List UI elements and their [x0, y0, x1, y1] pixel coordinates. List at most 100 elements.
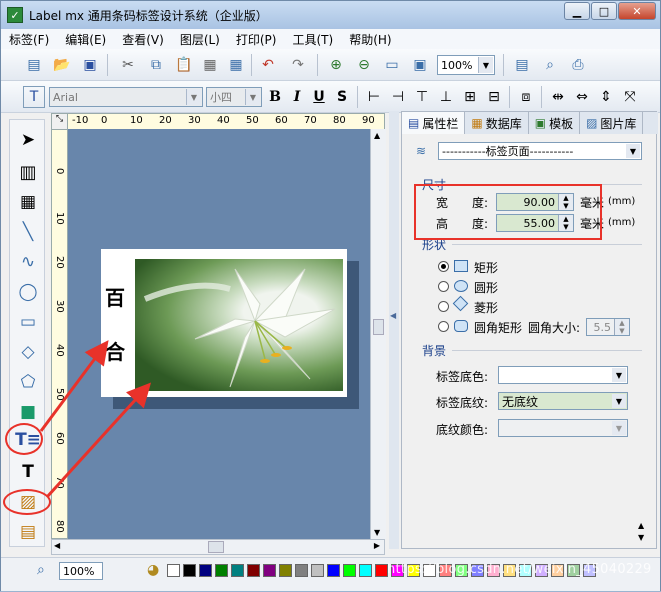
- color-swatch[interactable]: [311, 564, 324, 577]
- scroll-thumb[interactable]: [373, 319, 384, 335]
- print-preview-icon[interactable]: ▤: [511, 54, 533, 76]
- ruler-corner[interactable]: ⤡: [51, 113, 68, 130]
- shape-diamond-radio[interactable]: [438, 301, 449, 312]
- minimize-button[interactable]: ▁: [564, 2, 590, 20]
- line-icon[interactable]: ╲: [14, 218, 42, 246]
- vertical-scrollbar[interactable]: ▲ ▼: [370, 129, 386, 539]
- pattern-color-select[interactable]: ▼: [498, 419, 628, 437]
- zoom-select[interactable]: 100% ▼: [437, 55, 495, 75]
- color-swatch[interactable]: [247, 564, 260, 577]
- color-swatch[interactable]: [343, 564, 356, 577]
- save-icon[interactable]: ▣: [79, 54, 101, 76]
- tab-template[interactable]: ▣ 模板: [529, 112, 581, 134]
- chevron-down-icon[interactable]: ▼: [612, 421, 626, 435]
- chevron-down-icon[interactable]: ▼: [626, 144, 640, 158]
- zoom-in-icon[interactable]: ⊕: [325, 54, 347, 76]
- collapse-arrow-icon[interactable]: ◀: [390, 311, 396, 320]
- restore-button[interactable]: □: [591, 2, 617, 20]
- new-file-icon[interactable]: ▤: [23, 54, 45, 76]
- curve-icon[interactable]: ∿: [14, 248, 42, 276]
- bold-button[interactable]: B: [264, 86, 286, 108]
- open-folder-icon[interactable]: 📂: [51, 54, 73, 76]
- chevron-down-icon[interactable]: ▼: [478, 57, 493, 73]
- menu-tools[interactable]: 工具(T): [284, 31, 341, 48]
- actual-size-icon[interactable]: ▣: [409, 54, 431, 76]
- italic-button[interactable]: I: [286, 86, 308, 108]
- grid-icon[interactable]: ▦: [225, 54, 247, 76]
- menu-layer[interactable]: 图层(L): [172, 31, 228, 48]
- copy-icon[interactable]: ⧉: [145, 54, 167, 76]
- color-swatch[interactable]: [215, 564, 228, 577]
- color-swatch[interactable]: [295, 564, 308, 577]
- align-left-icon[interactable]: ⊢: [363, 86, 385, 108]
- text-style-icon[interactable]: T: [23, 86, 45, 108]
- color-swatch[interactable]: [263, 564, 276, 577]
- color-swatch[interactable]: [231, 564, 244, 577]
- ellipse-icon[interactable]: ◯: [14, 278, 42, 306]
- menu-edit[interactable]: 编辑(E): [57, 31, 114, 48]
- barcode-icon[interactable]: ▥: [14, 158, 42, 186]
- text-char-2[interactable]: 合: [105, 336, 125, 365]
- pointer-icon[interactable]: ➤: [14, 126, 42, 154]
- delete-icon[interactable]: ▦: [199, 54, 221, 76]
- shape-rect-radio[interactable]: [438, 261, 449, 272]
- align-top-icon[interactable]: ⊤: [411, 86, 433, 108]
- chevron-down-icon[interactable]: ▼: [186, 89, 201, 105]
- chevron-down-icon[interactable]: ▼: [245, 89, 260, 105]
- redo-icon[interactable]: ↷: [287, 54, 309, 76]
- fit-page-icon[interactable]: ▭: [381, 54, 403, 76]
- tab-database[interactable]: ▦ 数据库: [465, 112, 529, 134]
- close-button[interactable]: ✕: [618, 2, 656, 20]
- font-size-select[interactable]: 小四 ▼: [206, 87, 262, 107]
- lily-photo[interactable]: [135, 259, 343, 391]
- undo-icon[interactable]: ↶: [257, 54, 279, 76]
- zoom-out-icon[interactable]: ⊖: [353, 54, 375, 76]
- bg-pattern-select[interactable]: 无底纹 ▼: [498, 392, 628, 410]
- corner-size-spinner[interactable]: 5.5 ▲ ▼: [586, 318, 630, 336]
- database-image-icon[interactable]: ▤: [14, 518, 42, 546]
- color-swatch[interactable]: [327, 564, 340, 577]
- horizontal-scrollbar[interactable]: ◀ ▶: [51, 539, 385, 555]
- object-selector[interactable]: -----------标签页面----------- ▼: [438, 142, 642, 160]
- menu-view[interactable]: 查看(V): [114, 31, 172, 48]
- fill-rect-icon[interactable]: ■: [14, 398, 42, 426]
- font-name-select[interactable]: Arial ▼: [49, 87, 203, 107]
- polygon-icon[interactable]: ⬠: [14, 368, 42, 396]
- palette-icon[interactable]: ◕: [147, 562, 159, 578]
- menu-print[interactable]: 打印(P): [228, 31, 285, 48]
- scroll-up-icon[interactable]: ▲: [374, 131, 380, 140]
- rich-text-icon[interactable]: T: [14, 458, 42, 486]
- cut-icon[interactable]: ✂: [117, 54, 139, 76]
- color-swatch[interactable]: [279, 564, 292, 577]
- strike-button[interactable]: S: [331, 86, 353, 108]
- paste-icon[interactable]: 📋: [173, 54, 195, 76]
- print-icon[interactable]: ⎙: [567, 54, 589, 76]
- color-swatch[interactable]: [359, 564, 372, 577]
- same-height-icon[interactable]: ⇕: [595, 86, 617, 108]
- search-icon[interactable]: ⌕: [539, 54, 561, 76]
- same-width-icon[interactable]: ⇔: [571, 86, 593, 108]
- spin-arrows-icon[interactable]: ▲ ▼: [614, 319, 629, 335]
- underline-button[interactable]: U: [308, 86, 330, 108]
- scroll-left-icon[interactable]: ◀: [54, 541, 60, 550]
- rectangle-icon[interactable]: ▭: [14, 308, 42, 336]
- tab-gallery[interactable]: ▨ 图片库: [580, 112, 644, 134]
- panel-splitter[interactable]: ◀: [389, 111, 399, 549]
- tab-properties[interactable]: ▤ 属性栏: [402, 112, 466, 134]
- menu-label[interactable]: 标签(F): [1, 31, 57, 48]
- scroll-right-icon[interactable]: ▶: [374, 541, 380, 550]
- same-size-icon[interactable]: ⤧: [619, 86, 641, 108]
- diamond-icon[interactable]: ◇: [14, 338, 42, 366]
- color-swatch[interactable]: [183, 564, 196, 577]
- chevron-down-icon[interactable]: ▼: [612, 368, 626, 382]
- chevron-down-icon[interactable]: ▼: [612, 394, 626, 408]
- center-vertical-icon[interactable]: ⊟: [483, 86, 505, 108]
- shape-circle-radio[interactable]: [438, 281, 449, 292]
- scroll-thumb[interactable]: [208, 541, 224, 553]
- scroll-down-icon[interactable]: ▼: [374, 528, 380, 537]
- align-bottom-icon[interactable]: ⊥: [435, 86, 457, 108]
- text-char-1[interactable]: 百: [105, 282, 125, 311]
- group-icon[interactable]: ⧈: [515, 86, 537, 108]
- status-zoom[interactable]: 100%: [59, 562, 103, 580]
- panel-scroll-arrows-icon[interactable]: ▲ ▼: [638, 520, 644, 544]
